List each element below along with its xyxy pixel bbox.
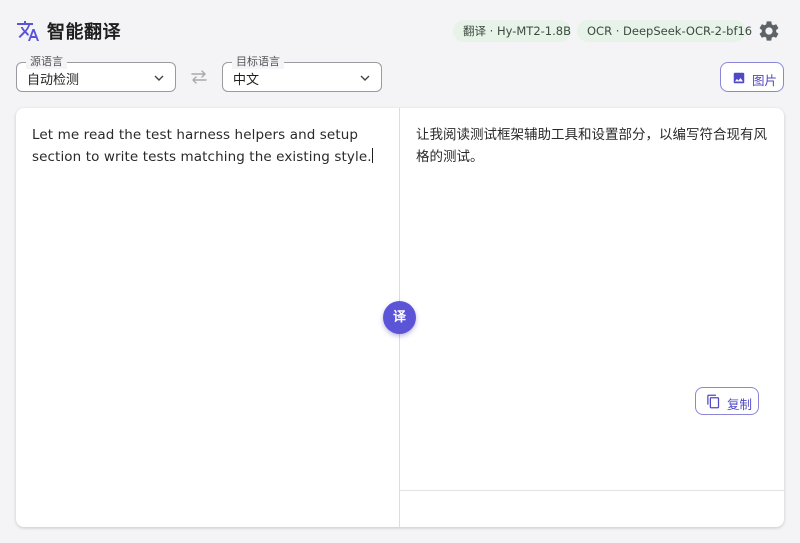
source-language-select[interactable]: 源语言 自动检测 bbox=[16, 55, 176, 92]
target-language-select[interactable]: 目标语言 中文 bbox=[222, 55, 382, 92]
copy-button[interactable]: 复制 bbox=[695, 387, 759, 415]
output-toolbar-divider bbox=[400, 490, 784, 491]
copy-icon bbox=[707, 394, 720, 409]
gear-icon[interactable] bbox=[757, 19, 781, 43]
source-text-input[interactable]: Let me read the test harness helpers and… bbox=[32, 124, 384, 168]
image-icon bbox=[733, 72, 745, 84]
translate-button[interactable]: 译 bbox=[383, 301, 416, 334]
swap-arrows-icon[interactable] bbox=[189, 68, 209, 86]
app-title: 智能翻译 bbox=[47, 22, 121, 43]
text-caret bbox=[371, 148, 373, 163]
image-button-label: 图片 bbox=[752, 74, 778, 88]
translated-text: 让我阅读测试框架辅助工具和设置部分，以编写符合现有风格的测试。 bbox=[416, 127, 767, 165]
image-upload-button[interactable]: 图片 bbox=[720, 62, 784, 92]
chevron-down-icon bbox=[360, 75, 370, 81]
app-header: 智能翻译 翻译 · Hy-MT2-1.8B OCR · DeepSeek-OCR… bbox=[0, 0, 800, 60]
source-text: Let me read the test harness helpers and… bbox=[32, 127, 372, 165]
chevron-down-icon bbox=[154, 75, 164, 81]
source-language-legend: 源语言 bbox=[26, 55, 67, 69]
copy-button-label: 复制 bbox=[727, 398, 753, 412]
translate-icon bbox=[17, 21, 39, 41]
ocr-model-chip: OCR · DeepSeek-OCR-2-bf16 bbox=[577, 20, 752, 42]
source-language-value: 自动检测 bbox=[27, 73, 80, 88]
target-language-legend: 目标语言 bbox=[232, 55, 284, 69]
translate-model-chip: 翻译 · Hy-MT2-1.8B bbox=[453, 20, 571, 42]
target-language-value: 中文 bbox=[233, 73, 260, 88]
